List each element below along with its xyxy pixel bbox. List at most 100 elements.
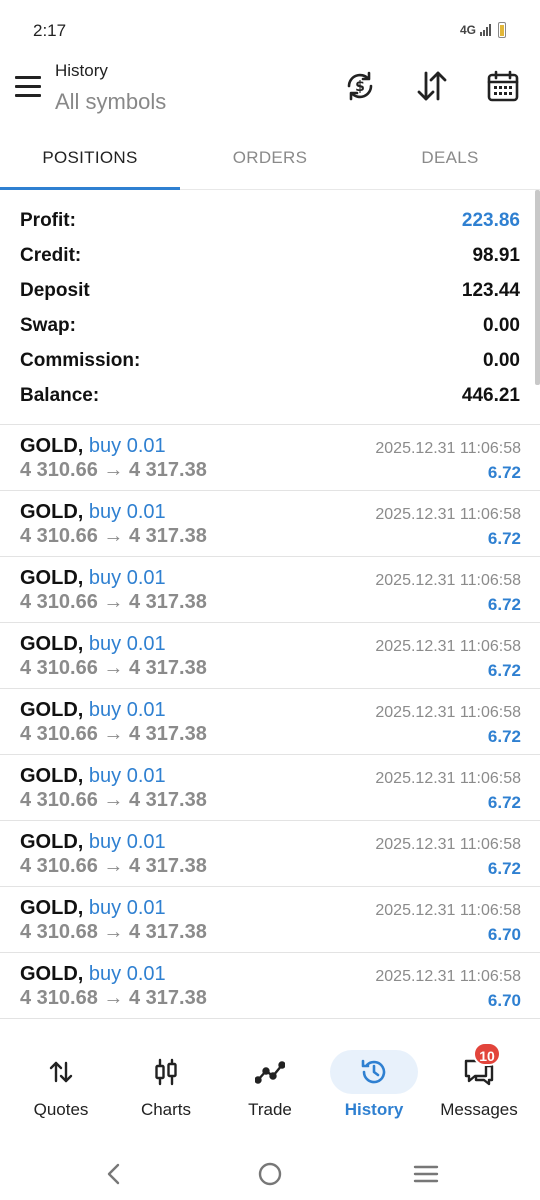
deal-profit: 6.70 [487, 925, 521, 944]
summary-row-balance: Balance: 446.21 [0, 378, 540, 413]
symbol-name: GOLD, [20, 633, 84, 655]
list-item[interactable]: GOLD, buy 0.01 4 310.66 → 4 317.38 2025.… [0, 821, 540, 887]
nav-history[interactable]: History [320, 1040, 428, 1132]
summary-row-commission: Commission: 0.00 [0, 343, 540, 378]
symbol-name: GOLD, [20, 765, 84, 787]
deal-time: 2025.12.31 11:06:58 [375, 704, 521, 721]
dotted-leader [83, 203, 454, 238]
scrollbar[interactable] [535, 190, 540, 385]
battery-icon [498, 22, 506, 38]
deal-symbol: GOLD, buy 0.01 [20, 831, 166, 854]
unread-badge: 10 [473, 1042, 501, 1066]
positions-list: GOLD, buy 0.01 4 310.66 → 4 317.38 2025.… [0, 424, 540, 1019]
symbol-filter[interactable]: All symbols [55, 88, 166, 116]
deal-type: buy 0.01 [88, 699, 166, 721]
deal-time: 2025.12.31 11:06:58 [375, 968, 521, 985]
status-time: 2:17 [33, 21, 67, 40]
recent-apps-icon[interactable] [410, 1158, 442, 1190]
dotted-leader [148, 343, 476, 378]
list-item[interactable]: GOLD, buy 0.01 4 310.66 → 4 317.38 2025.… [0, 689, 540, 755]
sort-icon[interactable] [414, 68, 450, 104]
deal-type: buy 0.01 [88, 831, 166, 853]
summary-value: 223.86 [453, 209, 520, 232]
summary-label: Commission: [20, 349, 149, 372]
system-nav-bar [0, 1148, 540, 1200]
deal-type: buy 0.01 [88, 633, 166, 655]
list-item[interactable]: GOLD, buy 0.01 4 310.68 → 4 317.38 2025.… [0, 953, 540, 1019]
page-title: History [55, 61, 108, 80]
status-icons: 4G [460, 22, 506, 38]
deal-profit: 6.72 [487, 529, 521, 548]
quotes-icon [29, 1050, 93, 1094]
tab-bar: POSITIONS ORDERS DEALS [0, 135, 540, 190]
symbol-name: GOLD, [20, 435, 84, 457]
deal-prices: 4 310.66 → 4 317.38 [20, 459, 207, 481]
tab-orders[interactable]: ORDERS [180, 135, 360, 189]
summary-value: 123.44 [453, 279, 520, 302]
tab-deals[interactable]: DEALS [360, 135, 540, 189]
calendar-icon[interactable] [485, 68, 521, 104]
summary-row-deposit: Deposit 123.44 [0, 273, 540, 308]
deal-type: buy 0.01 [88, 963, 166, 985]
deal-profit: 6.70 [487, 991, 521, 1010]
summary-label: Credit: [20, 244, 90, 267]
nav-charts[interactable]: Charts [112, 1040, 220, 1132]
messages-icon: 10 [447, 1042, 511, 1094]
deal-prices: 4 310.68 → 4 317.38 [20, 987, 207, 1009]
deal-type: buy 0.01 [88, 435, 166, 457]
symbol-name: GOLD, [20, 567, 84, 589]
trade-icon [238, 1050, 302, 1094]
summary-value: 0.00 [475, 349, 520, 372]
title-block: History All symbols [55, 60, 166, 116]
deal-prices: 4 310.66 → 4 317.38 [20, 525, 207, 547]
summary-value: 98.91 [464, 244, 520, 267]
deal-prices: 4 310.68 → 4 317.38 [20, 921, 207, 943]
deal-time: 2025.12.31 11:06:58 [375, 440, 521, 457]
list-item[interactable]: GOLD, buy 0.01 4 310.66 → 4 317.38 2025.… [0, 623, 540, 689]
home-icon[interactable] [254, 1158, 286, 1190]
nav-label: Messages [440, 1100, 518, 1119]
refresh-currency-icon[interactable]: $ [342, 68, 378, 104]
menu-icon[interactable] [12, 70, 44, 102]
deal-time: 2025.12.31 11:06:58 [375, 506, 521, 523]
summary-label: Swap: [20, 314, 84, 337]
deal-symbol: GOLD, buy 0.01 [20, 897, 166, 920]
deal-profit: 6.72 [487, 859, 521, 878]
deal-prices: 4 310.66 → 4 317.38 [20, 855, 207, 877]
nav-messages[interactable]: 10 Messages [425, 1040, 533, 1132]
app-bar: History All symbols $ [0, 60, 540, 124]
dotted-leader [97, 273, 454, 308]
nav-trade[interactable]: Trade [216, 1040, 324, 1132]
deal-type: buy 0.01 [88, 567, 166, 589]
symbol-name: GOLD, [20, 963, 84, 985]
deal-profit: 6.72 [487, 793, 521, 812]
deal-prices: 4 310.66 → 4 317.38 [20, 591, 207, 613]
back-icon[interactable] [98, 1158, 130, 1190]
summary-value: 446.21 [453, 384, 520, 407]
signal-icon [480, 24, 491, 36]
deal-symbol: GOLD, buy 0.01 [20, 567, 166, 590]
deal-symbol: GOLD, buy 0.01 [20, 633, 166, 656]
symbol-name: GOLD, [20, 831, 84, 853]
deal-time: 2025.12.31 11:06:58 [375, 770, 521, 787]
charts-icon [134, 1050, 198, 1094]
list-item[interactable]: GOLD, buy 0.01 4 310.68 → 4 317.38 2025.… [0, 887, 540, 953]
list-item[interactable]: GOLD, buy 0.01 4 310.66 → 4 317.38 2025.… [0, 557, 540, 623]
summary-row-credit: Credit: 98.91 [0, 238, 540, 273]
nav-label: Quotes [33, 1100, 89, 1119]
symbol-name: GOLD, [20, 501, 84, 523]
deal-prices: 4 310.66 → 4 317.38 [20, 789, 207, 811]
summary-label: Deposit [20, 279, 98, 302]
deal-time: 2025.12.31 11:06:58 [375, 902, 521, 919]
list-item[interactable]: GOLD, buy 0.01 4 310.66 → 4 317.38 2025.… [0, 491, 540, 557]
history-icon [330, 1050, 418, 1094]
nav-quotes[interactable]: Quotes [7, 1040, 115, 1132]
deal-symbol: GOLD, buy 0.01 [20, 501, 166, 524]
summary-row-swap: Swap: 0.00 [0, 308, 540, 343]
symbol-name: GOLD, [20, 699, 84, 721]
list-item[interactable]: GOLD, buy 0.01 4 310.66 → 4 317.38 2025.… [0, 755, 540, 821]
bottom-nav: Quotes Charts Trade History 10 Messages [0, 1040, 540, 1132]
tab-positions[interactable]: POSITIONS [0, 135, 180, 190]
deal-profit: 6.72 [487, 463, 521, 482]
list-item[interactable]: GOLD, buy 0.01 4 310.66 → 4 317.38 2025.… [0, 425, 540, 491]
